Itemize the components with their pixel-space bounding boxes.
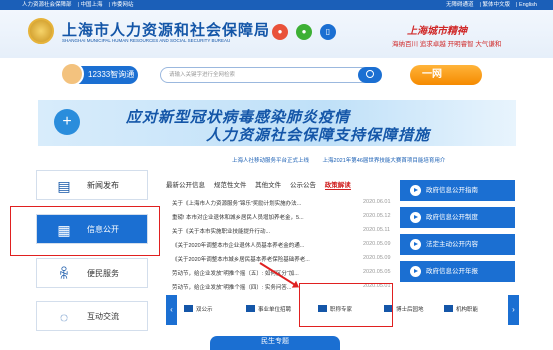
news-tabs: 最新公开信息 规范性文件 其他文件 公示公告 政策解读 (166, 179, 358, 190)
play-icon (410, 212, 421, 223)
statutory-content-button[interactable]: 法定主动公开内容 (400, 234, 515, 255)
list-item-date: 2020.05.12 (363, 213, 391, 219)
top-link-committee[interactable]: 市委网站 (111, 2, 133, 8)
carousel-item-publicity[interactable]: 双公示 (184, 300, 213, 320)
list-item[interactable]: 重磅! 本市对企业退休和城乡居民人员增加养老金，5... (172, 213, 362, 221)
sidebar-item-services[interactable]: ꆜ 便民服务 (36, 258, 148, 288)
covid-banner[interactable]: + 应对新型冠状病毒感染肺炎疫情 人力资源社会保障支持保障措施 (38, 100, 516, 146)
play-icon (410, 185, 421, 196)
sidebar-item-label: 新闻发布 (87, 181, 119, 190)
list-item-date: 2020.05.11 (363, 227, 391, 233)
carousel-label: 博士后园地 (396, 307, 424, 313)
site-title[interactable]: 上海市人力资源和社会保障局 (62, 19, 270, 40)
top-link-traditional[interactable]: 繁体中文版 (482, 2, 510, 8)
list-item[interactable]: 关于《关于本市实施职业技能提升行动... (172, 227, 362, 235)
top-link-china-shanghai[interactable]: 中国上海 (80, 2, 102, 8)
news-ticker: 上海人社移动服务平台正式上线 上海2021年第46届世界技能大赛首项目能培育用介 (232, 156, 553, 164)
top-link-english[interactable]: English (519, 2, 537, 8)
list-item[interactable]: 劳动节，给企业发放“明推个摇（五）: 如何区分“加... (172, 269, 362, 277)
tab-other[interactable]: 其他文件 (255, 182, 281, 189)
wechat-icon[interactable]: ● (296, 24, 312, 40)
carousel-label: 双公示 (196, 307, 213, 313)
play-icon (410, 266, 421, 277)
carousel-item-functions[interactable]: 机构职能 (444, 300, 478, 320)
site-header: 上海市人力资源和社会保障局 SHANGHAI MUNICIPAL HUMAN R… (0, 10, 553, 58)
search-button[interactable] (358, 67, 382, 83)
list-item-date: 2020.05.09 (363, 241, 391, 247)
banner-line-2: 人力资源社会保障支持保障措施 (206, 127, 431, 144)
tab-policy-interpretation[interactable]: 政策解读 (324, 182, 351, 190)
site-subtitle: SHANGHAI MUNICIPAL HUMAN RESOURCES AND S… (62, 38, 231, 43)
system-button[interactable]: 政府信息公开制度 (400, 207, 515, 228)
tab-normative[interactable]: 规范性文件 (214, 182, 247, 189)
publicity-icon (184, 305, 193, 312)
search-icon (366, 70, 374, 78)
newspaper-icon: ▤ (57, 178, 71, 194)
list-item[interactable]: 《关于2020年调整本市企业退休人员基本养老金的通... (172, 241, 362, 249)
tab-notice[interactable]: 公示公告 (290, 182, 316, 189)
carousel-next-button[interactable]: › (508, 295, 519, 325)
ticker-item[interactable]: 上海2021年第46届世界技能大赛首项目能培育用介 (323, 158, 446, 164)
user-icon: ꆜ (58, 266, 70, 282)
list-item-date: 2020.05.09 (363, 255, 391, 261)
carousel-prev-button[interactable]: ‹ (166, 295, 177, 325)
shield-plus-icon: + (54, 109, 80, 135)
assistant-avatar-icon (60, 62, 84, 86)
annual-report-button[interactable]: 政府信息公开年报 (400, 261, 515, 282)
top-link-mohrss[interactable]: 人力资源社会保障部 (22, 2, 72, 8)
sidebar-item-label: 互动交流 (87, 312, 119, 321)
statutory-label: 法定主动公开内容 (426, 241, 478, 248)
guide-label: 政府信息公开指南 (426, 187, 478, 194)
top-links-right: 无障碍通道 | 繁体中文版 | English (445, 2, 537, 8)
list-item-date: 2020.05.05 (363, 269, 391, 275)
mobile-icon[interactable]: ▯ (320, 24, 336, 40)
list-item-date: 2020.06.01 (363, 199, 391, 205)
top-link-accessibility[interactable]: 无障碍通道 (446, 2, 474, 8)
top-links-left: 人力资源社会保障部 | 中国上海 | 市委网站 (22, 2, 134, 8)
weibo-icon[interactable]: ● (272, 24, 288, 40)
list-item[interactable]: 《关于2020年调整本市城乡居民基本养老保险基础养老... (172, 255, 362, 263)
search-row: 12333智询通 请输入关键字进行全网检索 一网 (0, 60, 553, 90)
highlight-box-info-disclosure (10, 206, 160, 256)
carousel-label: 事业单位招聘 (258, 307, 292, 313)
yiwang-button[interactable]: 一网 (410, 65, 482, 85)
grid-icon (444, 305, 453, 312)
sidebar-item-interaction[interactable]: ◌ 互动交流 (36, 301, 148, 331)
highlight-box-title-experts (299, 283, 393, 327)
city-spirit-title: 上海城市精神 (407, 26, 467, 37)
chat-icon: ◌ (59, 309, 69, 325)
list-item[interactable]: 关于《上海市人力资源服务“锦乐”奖励计划实施办法... (172, 199, 362, 207)
recruitment-icon (246, 305, 255, 312)
sidebar-item-news[interactable]: ▤ 新闻发布 (36, 170, 148, 200)
play-icon (410, 239, 421, 250)
city-spirit-text: 海纳百川 追求卓越 开明睿智 大气谦和 (392, 41, 502, 48)
tab-latest[interactable]: 最新公开信息 (166, 182, 205, 189)
carousel-item-recruitment[interactable]: 事业单位招聘 (246, 300, 291, 320)
ticker-item[interactable]: 上海人社移动服务平台正式上线 (232, 158, 309, 164)
sidebar-item-label: 便民服务 (87, 269, 119, 278)
carousel-label: 机构职能 (456, 307, 479, 313)
guide-button[interactable]: 政府信息公开指南 (400, 180, 515, 201)
system-label: 政府信息公开制度 (426, 214, 478, 221)
top-bar: 人力资源社会保障部 | 中国上海 | 市委网站 无障碍通道 | 繁体中文版 | Engl… (0, 0, 553, 10)
search-input[interactable]: 请输入关键字进行全网检索 (160, 67, 370, 83)
annual-report-label: 政府信息公开年报 (426, 268, 478, 275)
bureau-logo[interactable] (28, 18, 54, 44)
